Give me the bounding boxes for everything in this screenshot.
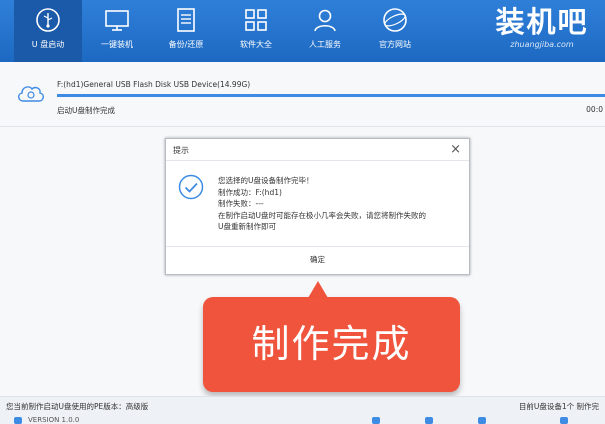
device-row: F:(hd1)General USB Flash Disk USB Device… [0, 72, 605, 122]
monitor-icon [105, 10, 129, 31]
version-icon [14, 417, 22, 424]
document-icon [177, 8, 195, 32]
nav-item-backup-restore[interactable]: 备份/还原 [152, 0, 220, 62]
status-bar: 您当前制作启动U盘使用的PE版本：高级版 目前U盘设备1个 制作完 VERSIO… [0, 396, 605, 424]
divider [0, 126, 605, 127]
nav-label: 备份/还原 [168, 40, 204, 49]
nav-item-usb-boot[interactable]: U 盘启动 [14, 0, 82, 62]
device-status: 启动U盘制作完成 [57, 106, 115, 115]
dialog-title: 提示 [173, 146, 189, 155]
elapsed-time: 00:0 [586, 105, 603, 114]
toolbar-icon[interactable] [372, 417, 380, 424]
message-line: 您选择的U盘设备制作完毕！ [218, 176, 314, 185]
dialog-header: 提示 × [166, 139, 469, 161]
callout-pointer [308, 281, 328, 298]
top-navigation: U 盘启动 一键装机 备份/还原 软件大全 人工服务 官方网站 装机吧 zhua… [0, 0, 605, 62]
message-line: 制作失败：--- [218, 199, 264, 208]
confirm-button[interactable]: 确定 [166, 254, 469, 265]
close-icon[interactable]: × [450, 142, 461, 157]
progress-bar [57, 94, 605, 97]
nav-item-one-key-install[interactable]: 一键装机 [83, 0, 151, 62]
version-label: VERSION 1.0.0 [28, 416, 80, 424]
device-count-info: 目前U盘设备1个 制作完 [518, 402, 599, 411]
prompt-dialog: 提示 × 您选择的U盘设备制作完毕！ 制作成功：F:(hd1) 制作失败：---… [165, 138, 470, 275]
callout-text: 制作完成 [251, 322, 412, 366]
person-icon [314, 9, 336, 32]
nav-label: 官方网站 [379, 40, 411, 49]
cloud-usb-icon [18, 86, 44, 102]
progress-fill [57, 94, 605, 97]
grid-icon [245, 9, 267, 31]
status-row-bottom: VERSION 1.0.0 [0, 416, 605, 424]
toolbar-icon[interactable] [425, 417, 433, 424]
nav-item-manual-service[interactable]: 人工服务 [291, 0, 359, 62]
nav-label: 人工服务 [309, 40, 341, 49]
check-circle-icon [178, 174, 204, 200]
message-line: U盘重新制作即可 [218, 222, 276, 231]
nav-label: 软件大全 [240, 40, 272, 49]
device-name: F:(hd1)General USB Flash Disk USB Device… [57, 80, 251, 89]
dialog-footer: 确定 [166, 246, 469, 274]
nav-label: 一键装机 [101, 40, 133, 49]
pe-version-info: 您当前制作启动U盘使用的PE版本：高级版 [6, 402, 149, 411]
brand-logo: 装机吧 zhuangjiba.com [487, 2, 597, 49]
completion-callout: 制作完成 [203, 297, 460, 392]
message-line: 制作成功：F:(hd1) [218, 187, 282, 197]
globe-icon [383, 8, 407, 32]
nav-label: U 盘启动 [31, 40, 65, 49]
brand-name: 装机吧 [495, 5, 589, 39]
nav-item-official-site[interactable]: 官方网站 [361, 0, 429, 62]
nav-item-software[interactable]: 软件大全 [222, 0, 290, 62]
toolbar-icon[interactable] [478, 417, 486, 424]
dialog-message: 您选择的U盘设备制作完毕！ 制作成功：F:(hd1) 制作失败：--- 在制作启… [218, 175, 426, 233]
toolbar-icon[interactable] [560, 417, 568, 424]
usb-power-icon [36, 8, 60, 32]
message-line: 在制作启动U盘时可能存在极小几率会失败，请您将制作失败的 [218, 210, 426, 220]
